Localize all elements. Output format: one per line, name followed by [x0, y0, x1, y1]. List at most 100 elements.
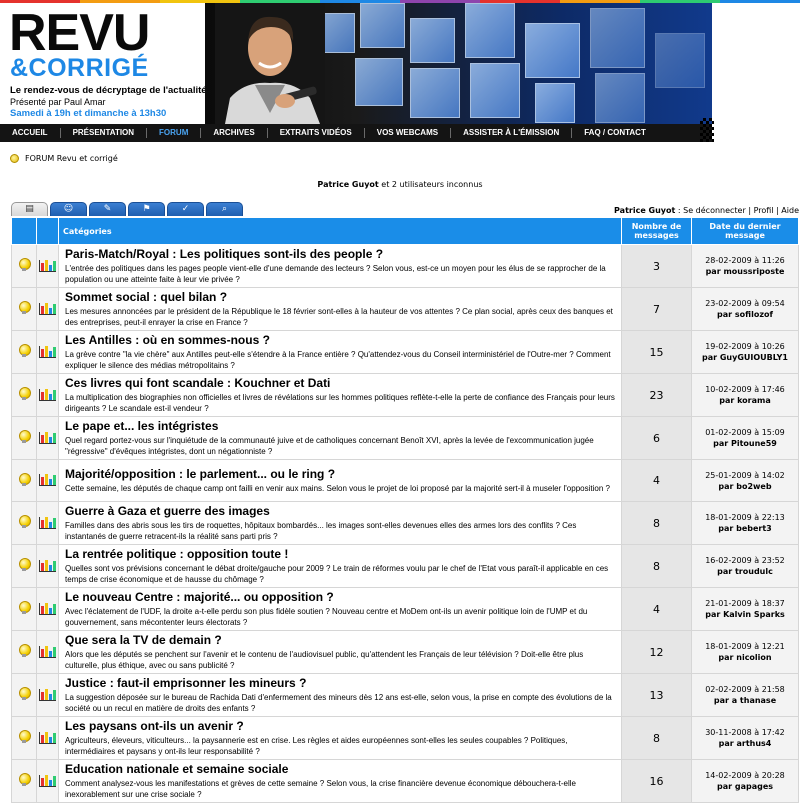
- nav-item-7[interactable]: FAQ / CONTACT: [572, 128, 658, 138]
- topic-title-link[interactable]: Le nouveau Centre : majorité... ou oppos…: [65, 591, 615, 604]
- author-name[interactable]: moussriposte: [723, 267, 784, 276]
- message-count: 7: [621, 287, 692, 331]
- tab-flag[interactable]: ⚑: [128, 202, 165, 216]
- stats-chart-icon[interactable]: [39, 645, 56, 658]
- table-row[interactable]: La rentrée politique : opposition toute …: [11, 544, 799, 588]
- table-row[interactable]: Le pape et... les intégristes Quel regard…: [11, 416, 799, 460]
- tab-users[interactable]: ☺: [50, 202, 87, 216]
- topic-title-link[interactable]: Le pape et... les intégristes: [65, 420, 615, 433]
- bulb-icon: [19, 258, 31, 272]
- last-message-author[interactable]: par moussriposte: [692, 266, 798, 277]
- last-message-author[interactable]: par korama: [692, 395, 798, 406]
- topic-title-link[interactable]: Ces livres qui font scandale : Kouchner …: [65, 377, 615, 390]
- profile-link[interactable]: Profil: [754, 206, 774, 215]
- stats-chart-icon[interactable]: [39, 345, 56, 358]
- author-name[interactable]: bebert3: [736, 524, 772, 533]
- nav-item-0[interactable]: ACCUEIL: [0, 128, 61, 138]
- author-name[interactable]: a thanase: [732, 696, 776, 705]
- table-row[interactable]: Sommet social : quel bilan ? Les mesures …: [11, 287, 799, 331]
- topic-title-link[interactable]: La rentrée politique : opposition toute …: [65, 548, 615, 561]
- help-link[interactable]: Aide: [781, 206, 799, 215]
- tab-tools[interactable]: ✓: [167, 202, 204, 216]
- author-prefix: par: [713, 696, 732, 705]
- breadcrumb: FORUM Revu et corrigé: [10, 154, 118, 163]
- stats-chart-icon[interactable]: [39, 731, 56, 744]
- logout-link[interactable]: Se déconnecter: [683, 206, 746, 215]
- last-message-author[interactable]: par gapages: [692, 781, 798, 792]
- topic-title-link[interactable]: Justice : faut-il emprisonner les mineur…: [65, 677, 615, 690]
- last-message-author[interactable]: par arthus4: [692, 738, 798, 749]
- topic-title-link[interactable]: Paris-Match/Royal : Les politiques sont-…: [65, 248, 615, 261]
- topic-description: La multiplication des biographies non of…: [65, 393, 615, 413]
- author-prefix: par: [713, 439, 731, 448]
- row-stats-cell: [36, 459, 59, 502]
- topic-title-link[interactable]: Que sera la TV de demain ?: [65, 634, 615, 647]
- stats-chart-icon[interactable]: [39, 559, 56, 572]
- last-message-author[interactable]: par sofilozof: [692, 309, 798, 320]
- logo-corrige[interactable]: &CORRIGÉ: [10, 55, 149, 81]
- nav-item-1[interactable]: PRÉSENTATION: [61, 128, 148, 138]
- last-message-author[interactable]: par bo2web: [692, 481, 798, 492]
- author-name[interactable]: GuyGUIOUBLY1: [720, 353, 788, 362]
- author-prefix: par: [718, 739, 737, 748]
- tab-user-edit[interactable]: ✎: [89, 202, 126, 216]
- stats-chart-icon[interactable]: [39, 259, 56, 272]
- author-name[interactable]: gapages: [735, 782, 773, 791]
- author-name[interactable]: arthus4: [736, 739, 771, 748]
- author-name[interactable]: troudulc: [735, 567, 773, 576]
- last-message-author[interactable]: par GuyGUIOUBLY1: [692, 352, 798, 363]
- author-name[interactable]: Pitoune59: [731, 439, 777, 448]
- table-row[interactable]: Les Antilles : où en sommes-nous ? La grè…: [11, 330, 799, 374]
- last-message-author[interactable]: par Kalvin Sparks: [692, 609, 798, 620]
- stats-chart-icon[interactable]: [39, 602, 56, 615]
- table-row[interactable]: Les paysans ont-ils un avenir ? Agriculte…: [11, 716, 799, 760]
- nav-item-6[interactable]: ASSISTER À L'ÉMISSION: [451, 128, 573, 138]
- topic-title-link[interactable]: Les paysans ont-ils un avenir ?: [65, 720, 615, 733]
- author-name[interactable]: nicolion: [736, 653, 771, 662]
- header-last-message: Date du dernier message: [691, 217, 799, 245]
- row-status-cell: [11, 759, 37, 803]
- table-row[interactable]: Paris-Match/Royal : Les politiques sont-…: [11, 244, 799, 288]
- topic-description: Les mesures annoncées par le président d…: [65, 307, 613, 327]
- tab-document[interactable]: ▤: [11, 202, 48, 216]
- nav-item-3[interactable]: ARCHIVES: [201, 128, 268, 138]
- table-row[interactable]: Justice : faut-il emprisonner les mineur…: [11, 673, 799, 717]
- table-row[interactable]: Ces livres qui font scandale : Kouchner …: [11, 373, 799, 417]
- table-row[interactable]: Majorité/opposition : le parlement... ou…: [11, 459, 799, 502]
- bulb-icon: [19, 558, 31, 572]
- author-name[interactable]: bo2web: [736, 482, 771, 491]
- author-name[interactable]: korama: [737, 396, 771, 405]
- nav-item-2[interactable]: FORUM: [147, 128, 202, 138]
- topic-title-link[interactable]: Majorité/opposition : le parlement... ou…: [65, 468, 615, 481]
- stats-chart-icon[interactable]: [39, 688, 56, 701]
- stats-chart-icon[interactable]: [39, 302, 56, 315]
- last-message-author[interactable]: par bebert3: [692, 523, 798, 534]
- stats-chart-icon[interactable]: [39, 474, 56, 486]
- topic-title-link[interactable]: Guerre à Gaza et guerre des images: [65, 505, 615, 518]
- nav-item-4[interactable]: EXTRAITS VIDÉOS: [268, 128, 365, 138]
- message-count: 23: [621, 373, 692, 417]
- header-blank: [36, 217, 59, 245]
- stats-chart-icon[interactable]: [39, 774, 56, 787]
- topic-title-link[interactable]: Sommet social : quel bilan ?: [65, 291, 615, 304]
- table-row[interactable]: Le nouveau Centre : majorité... ou oppos…: [11, 587, 799, 631]
- stats-chart-icon[interactable]: [39, 388, 56, 401]
- logo-revu[interactable]: REVU: [9, 7, 150, 59]
- table-row[interactable]: Que sera la TV de demain ? Alors que les …: [11, 630, 799, 674]
- tab-search[interactable]: ⌕: [206, 202, 243, 216]
- topic-title-link[interactable]: Les Antilles : où en sommes-nous ?: [65, 334, 615, 347]
- last-message-author[interactable]: par a thanase: [692, 695, 798, 706]
- stats-chart-icon[interactable]: [39, 431, 56, 444]
- nav-item-5[interactable]: VOS WEBCAMS: [365, 128, 452, 138]
- topic-title-link[interactable]: Education nationale et semaine sociale: [65, 763, 615, 776]
- last-message-author[interactable]: par Pitoune59: [692, 438, 798, 449]
- last-message-author[interactable]: par troudulc: [692, 566, 798, 577]
- table-row[interactable]: Guerre à Gaza et guerre des images Famill…: [11, 501, 799, 545]
- last-message-author[interactable]: par nicolion: [692, 652, 798, 663]
- breadcrumb-forum-link[interactable]: FORUM Revu et corrigé: [25, 154, 118, 163]
- author-name[interactable]: Kalvin Sparks: [723, 610, 785, 619]
- author-name[interactable]: sofilozof: [735, 310, 773, 319]
- online-user-name[interactable]: Patrice Guyot: [317, 180, 378, 189]
- table-row[interactable]: Education nationale et semaine sociale Co…: [11, 759, 799, 803]
- stats-chart-icon[interactable]: [39, 516, 56, 529]
